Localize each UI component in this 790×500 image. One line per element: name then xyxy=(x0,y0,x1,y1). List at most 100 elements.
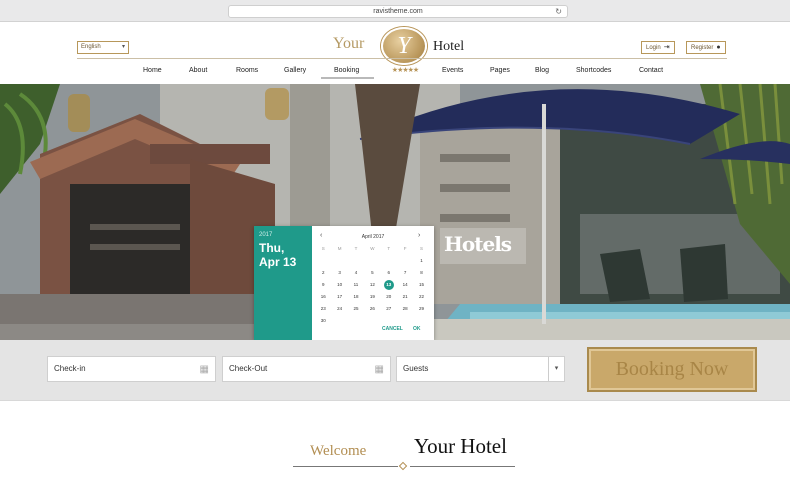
calendar-day[interactable]: 29 xyxy=(413,303,429,315)
address-bar[interactable]: ravistheme.com ↻ xyxy=(228,5,568,18)
nav-events[interactable]: Events xyxy=(442,67,463,74)
welcome-hotel-name: Your Hotel xyxy=(414,434,507,458)
calendar-empty xyxy=(381,255,397,267)
calendar-day[interactable]: 5 xyxy=(364,267,380,279)
calendar-day[interactable]: 22 xyxy=(413,291,429,303)
ok-button[interactable]: OK xyxy=(413,326,421,332)
calendar-week: 1 xyxy=(315,255,430,267)
calendar-day[interactable]: 17 xyxy=(331,291,347,303)
register-button[interactable]: Register ● xyxy=(686,41,726,54)
calendar-day-number: 23 xyxy=(320,306,326,311)
calendar-day-number: 29 xyxy=(419,306,425,311)
calendar-day-number: 17 xyxy=(337,294,343,299)
brand-your: Your xyxy=(333,35,365,52)
calendar-day-number: 6 xyxy=(387,270,391,275)
calendar-day-number: 20 xyxy=(386,294,392,299)
checkin-field[interactable]: Check-in ▦ xyxy=(47,356,216,382)
calendar-day[interactable]: 21 xyxy=(397,291,413,303)
calendar-day-number: 22 xyxy=(419,294,425,299)
calendar-day[interactable]: 2 xyxy=(315,267,331,279)
calendar-day[interactable]: 23 xyxy=(315,303,331,315)
cancel-button[interactable]: CANCEL xyxy=(382,326,403,332)
nav-gallery[interactable]: Gallery xyxy=(284,67,306,74)
nav-pages[interactable]: Pages xyxy=(490,67,510,74)
calendar-day[interactable]: 11 xyxy=(348,279,364,291)
checkout-label: Check-Out xyxy=(229,364,268,373)
nav-booking[interactable]: Booking xyxy=(334,67,359,74)
calendar-day[interactable]: 24 xyxy=(331,303,347,315)
calendar-day[interactable]: 20 xyxy=(381,291,397,303)
checkin-label: Check-in xyxy=(54,364,86,373)
calendar-day[interactable]: 25 xyxy=(348,303,364,315)
date-picker-header: 2017 Thu, Apr 13 xyxy=(254,226,312,340)
calendar-empty xyxy=(315,255,331,267)
calendar-day[interactable]: 12 xyxy=(364,279,380,291)
calendar-day-number: 12 xyxy=(369,282,375,287)
calendar-week: 16 17 18 19 20 21 22 xyxy=(315,291,430,303)
login-button[interactable]: Login ⇥ xyxy=(641,41,675,54)
calendar-day[interactable]: 6 xyxy=(381,267,397,279)
nav-blog[interactable]: Blog xyxy=(535,67,549,74)
welcome-word: Welcome xyxy=(310,443,367,459)
calendar-day[interactable]: 27 xyxy=(381,303,397,315)
calendar-day[interactable]: 9 xyxy=(315,279,331,291)
date-picker[interactable]: 2017 Thu, Apr 13 ‹ April 2017 › SMTWTFS1… xyxy=(254,226,434,340)
calendar-day-number: 8 xyxy=(420,270,423,275)
calendar-day-number: 24 xyxy=(337,306,343,311)
calendar-day-number: 26 xyxy=(369,306,375,311)
weekday-label: S xyxy=(420,246,424,251)
calendar-day[interactable]: 13 xyxy=(381,279,397,291)
calendar-day[interactable]: 26 xyxy=(364,303,380,315)
calendar-day[interactable]: 15 xyxy=(413,279,429,291)
checkout-field[interactable]: Check-Out ▦ xyxy=(222,356,391,382)
register-label: Register xyxy=(691,45,714,51)
nav-about[interactable]: About xyxy=(189,67,207,74)
calendar-day[interactable]: 18 xyxy=(348,291,364,303)
calendar-day[interactable]: 1 xyxy=(413,255,429,267)
calendar-day[interactable]: 10 xyxy=(331,279,347,291)
booking-now-button[interactable]: Booking Now xyxy=(587,347,757,392)
weekday-label: W xyxy=(370,246,375,251)
nav-rooms[interactable]: Rooms xyxy=(236,67,258,74)
calendar-day[interactable]: 14 xyxy=(397,279,413,291)
calendar-day[interactable]: 3 xyxy=(331,267,347,279)
selected-date: Thu, Apr 13 xyxy=(259,241,311,269)
calendar-day-number: 5 xyxy=(371,270,374,275)
reload-icon[interactable]: ↻ xyxy=(555,6,562,18)
calendar-day[interactable]: 4 xyxy=(348,267,364,279)
diamond-ornament-icon xyxy=(398,461,408,471)
language-select[interactable]: English ▾ xyxy=(77,41,129,54)
nav-shortcodes[interactable]: Shortcodes xyxy=(576,67,611,74)
calendar-day[interactable]: 19 xyxy=(364,291,380,303)
nav-home[interactable]: Home xyxy=(143,67,162,74)
brand-hotel: Hotel xyxy=(433,39,465,54)
calendar-empty xyxy=(364,255,380,267)
calendar-day-number: 14 xyxy=(402,282,408,287)
calendar-day-number: 7 xyxy=(403,270,407,275)
weekday-label: S xyxy=(321,246,325,251)
calendar-day-number: 9 xyxy=(321,282,325,287)
calendar-day[interactable]: 8 xyxy=(413,267,429,279)
weekday-label: F xyxy=(403,246,407,251)
login-icon: ⇥ xyxy=(663,44,670,51)
calendar-empty xyxy=(331,315,347,327)
calendar-day-number: 11 xyxy=(353,282,359,287)
calendar-day-number: 21 xyxy=(402,294,408,299)
header-divider xyxy=(77,58,727,59)
calendar-day[interactable]: 16 xyxy=(315,291,331,303)
calendar-icon: ▦ xyxy=(199,364,209,375)
calendar-day[interactable]: 28 xyxy=(397,303,413,315)
selected-day: Apr 13 xyxy=(259,255,297,269)
guests-select[interactable]: Guests ▾ xyxy=(396,356,565,382)
hotel-logo[interactable]: Y xyxy=(381,27,427,65)
next-month-icon[interactable]: › xyxy=(418,232,420,239)
nav-contact[interactable]: Contact xyxy=(639,67,663,74)
weekday-label: M xyxy=(337,246,342,251)
calendar-day[interactable]: 30 xyxy=(315,315,331,327)
calendar-day-number: 1 xyxy=(420,258,423,263)
calendar-empty xyxy=(364,315,380,327)
calendar-day[interactable]: 7 xyxy=(397,267,413,279)
selected-year[interactable]: 2017 xyxy=(259,232,272,238)
language-value: English xyxy=(81,44,101,50)
calendar-day-number: 25 xyxy=(353,306,359,311)
